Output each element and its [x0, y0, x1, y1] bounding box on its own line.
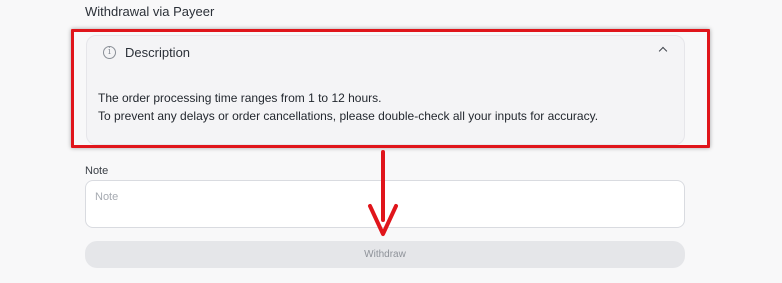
note-input[interactable] — [85, 180, 685, 228]
description-title: Description — [125, 45, 191, 60]
description-header[interactable]: i Description — [87, 36, 684, 68]
description-panel: i Description The order processing time … — [86, 35, 685, 145]
description-line: The order processing time ranges from 1 … — [98, 91, 382, 105]
chevron-up-icon[interactable] — [658, 46, 668, 56]
withdrawal-form: Withdrawal via Payeer i Description The … — [0, 0, 782, 283]
note-label: Note — [85, 165, 109, 177]
section-title: Withdrawal via Payeer — [85, 4, 215, 19]
withdraw-button[interactable]: Withdraw — [85, 241, 685, 268]
description-body: The order processing time ranges from 1 … — [98, 89, 598, 125]
description-line: To prevent any delays or order cancellat… — [98, 109, 599, 123]
info-icon: i — [103, 46, 116, 59]
